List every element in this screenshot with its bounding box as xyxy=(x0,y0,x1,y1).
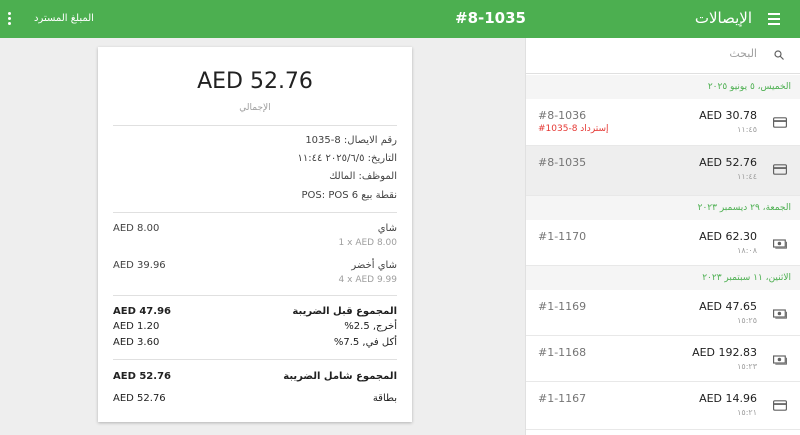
item-amount: AED 39.96 xyxy=(113,260,166,271)
receipt-list-time: ١٥:٢١ xyxy=(737,408,757,417)
date-group-header: الخميس، ٥ يونيو ٢٠٢٥ xyxy=(526,75,800,99)
receipt-list-number: #1-1167 xyxy=(538,392,587,405)
receipt-list-amount: AED 14.96 xyxy=(699,392,757,405)
receipt-pos-line: نقطة بيع POS: POS 6 xyxy=(301,190,397,201)
receipt-total-caption: الإجمالي xyxy=(239,103,271,113)
item-amount: AED 8.00 xyxy=(113,223,160,234)
receipt-list-number: #1-1170 xyxy=(538,230,587,243)
more-vert-icon[interactable] xyxy=(8,12,12,26)
receipt-list-amount: AED 52.76 xyxy=(699,156,757,169)
receipt-list-item[interactable]: #1-1167 AED 14.96 ١٥:٢١ xyxy=(526,382,800,430)
item-name: شاي أخضر xyxy=(351,260,397,271)
total-with-tax-label: المجموع شامل الضريبة xyxy=(283,371,397,382)
receipt-list-time: ١٨:٠٨ xyxy=(737,246,757,255)
card-icon xyxy=(773,400,787,411)
card-icon xyxy=(773,117,787,128)
tax-label: أكل في, 7.5% xyxy=(333,337,397,348)
receipt-list-amount: AED 192.83 xyxy=(692,346,757,359)
receipt-list-item[interactable]: #1-1168 AED 192.83 ١٥:٢٣ xyxy=(526,336,800,382)
card-icon xyxy=(773,164,787,175)
receipt-list-item[interactable]: #8-1036 إسترداد 8-1035# AED 30.78 ١١:٤٥ xyxy=(526,99,800,146)
receipt-list-time: ١٥:٢٣ xyxy=(737,362,757,371)
receipt-list-number: #1-1169 xyxy=(538,300,587,313)
receipt-list-time: ١١:٤٤ xyxy=(737,172,757,181)
search-input[interactable] xyxy=(557,47,757,60)
cash-icon xyxy=(773,355,787,365)
receipt-total: AED 52.76 xyxy=(197,69,313,94)
search-bar xyxy=(526,38,800,74)
subtotal-label: المجموع قبل الضريبة xyxy=(292,306,397,317)
receipt-employee-line: الموظف: المالك xyxy=(329,171,397,182)
divider xyxy=(113,125,397,126)
receipts-list-pane: الخميس، ٥ يونيو ٢٠٢٥ #8-1036 إسترداد 8-1… xyxy=(525,38,800,435)
divider xyxy=(113,359,397,360)
item-quantity: 4 x AED 9.99 xyxy=(338,275,397,285)
receipt-detail-card: AED 52.76 الإجمالي رقم الايصال: 8-1035 ا… xyxy=(98,47,412,422)
hamburger-menu-icon[interactable] xyxy=(768,10,782,28)
receipt-list-item[interactable]: #1-1170 AED 62.30 ١٨:٠٨ xyxy=(526,220,800,266)
receipt-list-time: ١٥:٢٥ xyxy=(737,316,757,325)
payment-method-label: بطاقة xyxy=(372,393,397,404)
payment-amount: AED 52.76 xyxy=(113,393,166,404)
receipt-number-line: رقم الايصال: 8-1035 xyxy=(305,135,397,146)
receipt-list-number: #1-1168 xyxy=(538,346,587,359)
date-group-header: الجمعة، ٢٩ ديسمبر ٢٠٢٣ xyxy=(526,196,800,220)
search-icon[interactable] xyxy=(773,49,785,61)
item-name: شاي xyxy=(377,223,397,234)
app-title: الإيصالات xyxy=(694,9,752,27)
receipt-list-item-selected[interactable]: #8-1035 AED 52.76 ١١:٤٤ xyxy=(526,146,800,196)
total-with-tax-amount: AED 52.76 xyxy=(113,371,171,382)
divider xyxy=(113,212,397,213)
refund-note: إسترداد 8-1035# xyxy=(538,124,609,134)
receipt-list-number: #8-1035 xyxy=(538,156,587,169)
receipt-list-amount: AED 47.65 xyxy=(699,300,757,313)
receipt-list-amount: AED 62.30 xyxy=(699,230,757,243)
cash-icon xyxy=(773,239,787,249)
app-bar: الإيصالات #8-1035 المبلغ المسترد xyxy=(0,0,800,38)
receipt-date-line: التاريخ: ٢٠٢٥/٦/٥ ١١:٤٤ xyxy=(297,153,397,164)
receipt-list-item[interactable]: #1-1169 AED 47.65 ١٥:٢٥ xyxy=(526,290,800,336)
item-quantity: 1 x AED 8.00 xyxy=(338,238,397,248)
divider xyxy=(113,295,397,296)
receipt-list-amount: AED 30.78 xyxy=(699,109,757,122)
selected-receipt-number: #8-1035 xyxy=(455,9,526,27)
receipt-list-time: ١١:٤٥ xyxy=(737,125,757,134)
cash-icon xyxy=(773,309,787,319)
tax-label: أخرج, 2.5% xyxy=(344,321,397,332)
refund-button[interactable]: المبلغ المسترد xyxy=(34,13,94,24)
tax-amount: AED 1.20 xyxy=(113,321,160,332)
tax-amount: AED 3.60 xyxy=(113,337,160,348)
date-group-header: الاثنين، ١١ سبتمبر ٢٠٢٣ xyxy=(526,266,800,290)
receipt-list-number: #8-1036 xyxy=(538,109,587,122)
subtotal-amount: AED 47.96 xyxy=(113,306,171,317)
